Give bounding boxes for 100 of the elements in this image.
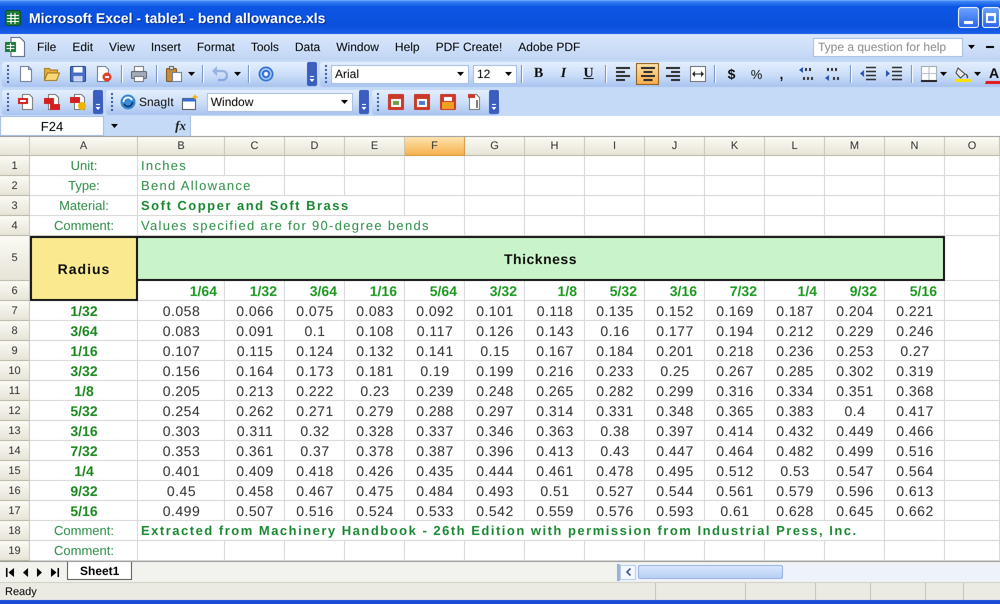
sheet-tab[interactable]: Sheet1 xyxy=(67,562,132,580)
font-dropdown[interactable]: Arial xyxy=(331,64,469,84)
column-header[interactable]: N xyxy=(885,137,945,156)
toolbar-options-icon[interactable] xyxy=(307,62,317,86)
toolbar-options-icon[interactable] xyxy=(489,90,499,114)
row-header[interactable]: 14 xyxy=(0,441,30,461)
font-size-dropdown[interactable]: 12 xyxy=(473,64,517,84)
menu-item[interactable]: Window xyxy=(328,38,387,56)
column-header[interactable]: D xyxy=(285,137,345,156)
minimize-button[interactable] xyxy=(958,7,979,28)
row-header[interactable]: 16 xyxy=(0,481,30,501)
pdf-tile-icon[interactable] xyxy=(440,94,456,110)
page-clip-icon[interactable] xyxy=(466,94,482,110)
row-header[interactable]: 12 xyxy=(0,401,30,421)
row-header[interactable]: 15 xyxy=(0,461,30,481)
menu-item[interactable]: View xyxy=(101,38,143,56)
decrease-decimal-icon[interactable] xyxy=(825,66,841,82)
toolbar-options-icon[interactable] xyxy=(93,90,103,114)
row-header[interactable]: 8 xyxy=(0,321,30,341)
grip-handle-icon[interactable] xyxy=(325,65,327,83)
menu-item[interactable]: Edit xyxy=(64,38,102,56)
caret-icon[interactable] xyxy=(457,72,464,76)
row-header[interactable]: 11 xyxy=(0,381,30,401)
pdf-file-icon[interactable] xyxy=(18,94,34,110)
help-search-field[interactable]: Type a question for help xyxy=(813,38,963,56)
pdf-tile-icon[interactable] xyxy=(388,94,404,110)
row-header[interactable]: 17 xyxy=(0,501,30,521)
column-header[interactable]: J xyxy=(645,137,705,156)
name-box[interactable]: F24 xyxy=(0,116,104,136)
pdf-tile-icon[interactable] xyxy=(414,94,430,110)
caret-icon[interactable] xyxy=(234,72,241,76)
column-header[interactable]: L xyxy=(765,137,825,156)
column-header[interactable]: M xyxy=(825,137,885,156)
menu-item[interactable]: Help xyxy=(386,38,428,56)
column-header[interactable]: B xyxy=(138,137,225,156)
insert-function-button[interactable]: fx xyxy=(173,118,188,134)
align-center-button[interactable] xyxy=(636,63,659,85)
document-badge-icon[interactable] xyxy=(96,66,112,82)
snagit-button[interactable]: SnagIt xyxy=(117,91,177,113)
grip-handle-icon[interactable] xyxy=(111,93,113,111)
percent-button[interactable]: % xyxy=(745,63,768,85)
decrease-indent-icon[interactable] xyxy=(860,66,876,82)
increase-decimal-icon[interactable] xyxy=(799,66,815,82)
menu-item[interactable]: Format xyxy=(188,38,243,56)
column-header[interactable]: F xyxy=(405,137,465,156)
caret-icon[interactable] xyxy=(188,72,195,76)
menu-item[interactable]: Tools xyxy=(242,38,287,56)
grip-handle-icon[interactable] xyxy=(7,93,9,111)
row-header[interactable]: 4 xyxy=(0,216,30,236)
first-sheet-icon[interactable] xyxy=(6,568,14,576)
row-header[interactable]: 19 xyxy=(0,541,30,561)
scroll-left-button[interactable] xyxy=(620,564,636,580)
pdf-file-icon[interactable] xyxy=(70,94,86,110)
menu-item[interactable]: Adobe PDF xyxy=(510,38,588,56)
column-header[interactable]: I xyxy=(585,137,645,156)
column-header[interactable]: C xyxy=(225,137,285,156)
blank-page-icon[interactable] xyxy=(18,66,34,82)
italic-button[interactable]: I xyxy=(552,63,575,85)
printer-icon[interactable] xyxy=(131,66,147,82)
target-icon[interactable] xyxy=(258,66,274,82)
row-header[interactable]: 10 xyxy=(0,361,30,381)
spreadsheet-icon[interactable] xyxy=(5,10,21,26)
paint-bucket-icon[interactable] xyxy=(955,66,971,82)
column-header[interactable]: A xyxy=(30,137,138,156)
row-header[interactable]: 6 xyxy=(0,281,30,301)
row-header[interactable]: 1 xyxy=(0,156,30,176)
row-header[interactable]: 5 xyxy=(0,236,30,281)
spreadsheet-icon[interactable] xyxy=(5,37,25,57)
pdf-file-icon[interactable] xyxy=(44,94,60,110)
column-header[interactable]: K xyxy=(705,137,765,156)
row-header[interactable]: 2 xyxy=(0,176,30,196)
maximize-button[interactable] xyxy=(982,7,1000,28)
row-header[interactable]: 7 xyxy=(0,301,30,321)
menu-item[interactable]: File xyxy=(29,38,64,56)
folder-icon[interactable] xyxy=(44,66,60,82)
column-header[interactable]: H xyxy=(525,137,585,156)
caret-icon[interactable] xyxy=(974,72,981,76)
scrollbar-track[interactable] xyxy=(617,564,1000,580)
caret-icon[interactable] xyxy=(968,45,975,49)
row-header[interactable]: 18 xyxy=(0,521,30,541)
toolbar-options-icon[interactable] xyxy=(359,90,369,114)
row-header[interactable]: 13 xyxy=(0,421,30,441)
caret-icon[interactable] xyxy=(340,100,348,104)
caret-icon[interactable] xyxy=(940,72,947,76)
caret-icon[interactable] xyxy=(111,124,118,128)
menu-item[interactable]: Insert xyxy=(142,38,189,56)
menu-item[interactable]: Data xyxy=(286,38,328,56)
font-color-button[interactable]: A xyxy=(985,64,1000,84)
caret-icon[interactable] xyxy=(505,72,512,76)
row-header[interactable]: 3 xyxy=(0,196,30,216)
formula-field[interactable] xyxy=(190,116,1000,136)
row-header[interactable]: 9 xyxy=(0,341,30,361)
grip-handle-icon[interactable] xyxy=(7,65,9,83)
underline-button[interactable]: U xyxy=(577,63,600,85)
currency-button[interactable]: $ xyxy=(720,63,743,85)
borders-icon[interactable] xyxy=(921,66,937,82)
scrollbar-thumb[interactable] xyxy=(638,565,783,579)
column-header[interactable]: G xyxy=(465,137,525,156)
increase-indent-icon[interactable] xyxy=(886,66,902,82)
clipboard-icon[interactable] xyxy=(166,66,182,82)
